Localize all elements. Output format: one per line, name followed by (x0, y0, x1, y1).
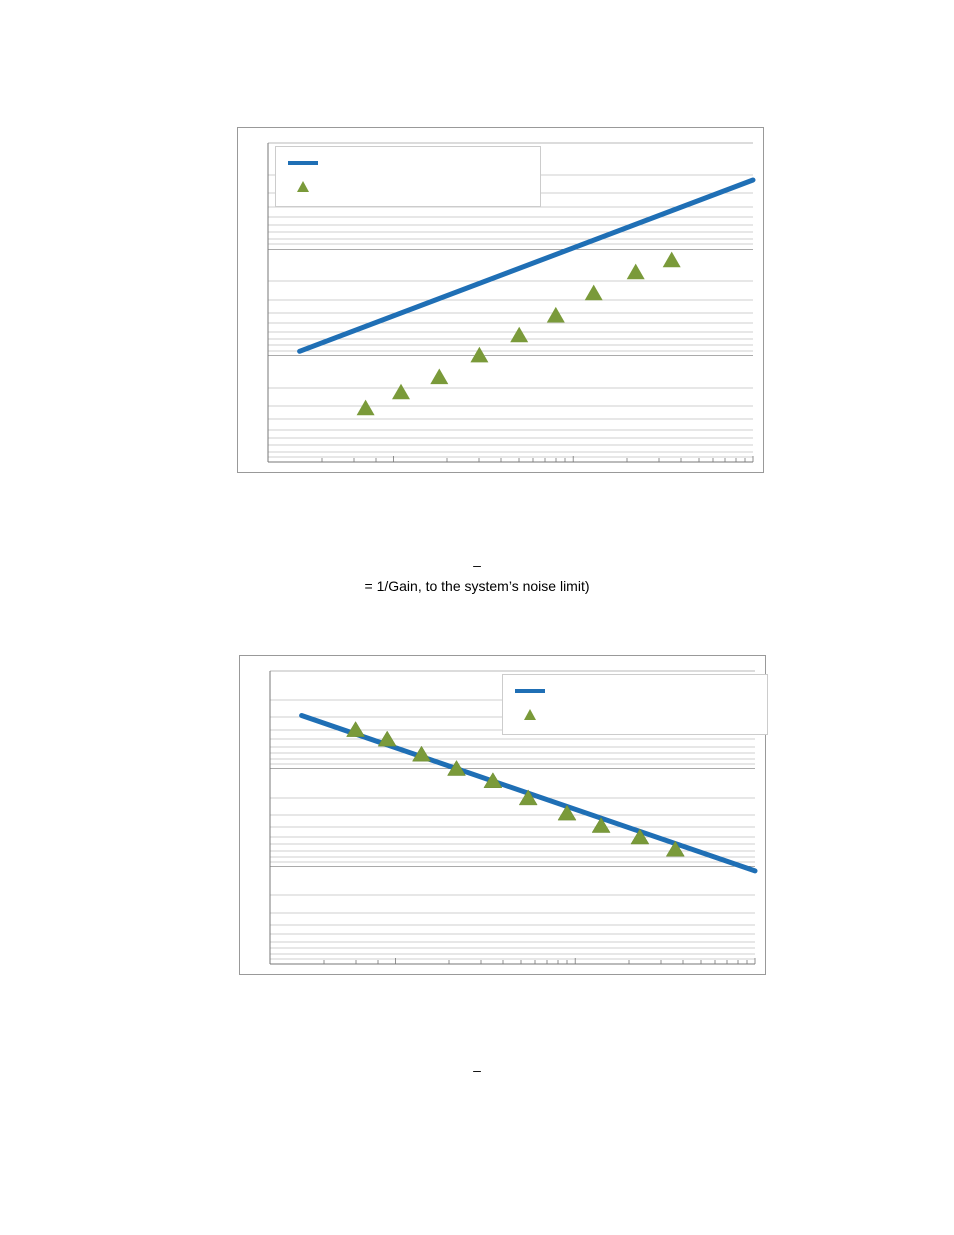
legend-entry-theory (511, 681, 759, 701)
figure-1-caption: – = 1/Gain, to the system’s noise limit) (127, 555, 827, 597)
legend-line-icon (515, 689, 545, 693)
triangle-icon (510, 327, 528, 343)
legend-entry-theory (284, 153, 532, 173)
triangle-icon (663, 252, 681, 268)
triangle-icon (430, 369, 448, 385)
triangle-icon (470, 347, 488, 363)
legend-entry-meas (511, 701, 759, 728)
triangle-icon (357, 400, 375, 416)
legend-triangle-icon (297, 181, 309, 192)
chart-1-legend (275, 146, 541, 207)
page: – = 1/Gain, to the system’s noise limit) (0, 0, 954, 1235)
chart-1 (237, 127, 764, 473)
caption-line: – (127, 1060, 827, 1081)
triangle-icon (347, 722, 365, 737)
triangle-icon (627, 264, 645, 280)
chart-2 (239, 655, 766, 975)
triangle-icon (392, 384, 410, 400)
triangle-icon (585, 285, 603, 301)
caption-line: – (127, 555, 827, 576)
legend-entry-meas (284, 173, 532, 200)
scatter-triangles (357, 252, 681, 416)
figure-2-caption: – (127, 1060, 827, 1081)
triangle-icon (378, 731, 396, 746)
legend-triangle-icon (524, 709, 536, 720)
legend-line-icon (288, 161, 318, 165)
triangle-icon (547, 307, 565, 323)
chart-2-legend (502, 674, 768, 735)
caption-line: = 1/Gain, to the system’s noise limit) (127, 576, 827, 597)
